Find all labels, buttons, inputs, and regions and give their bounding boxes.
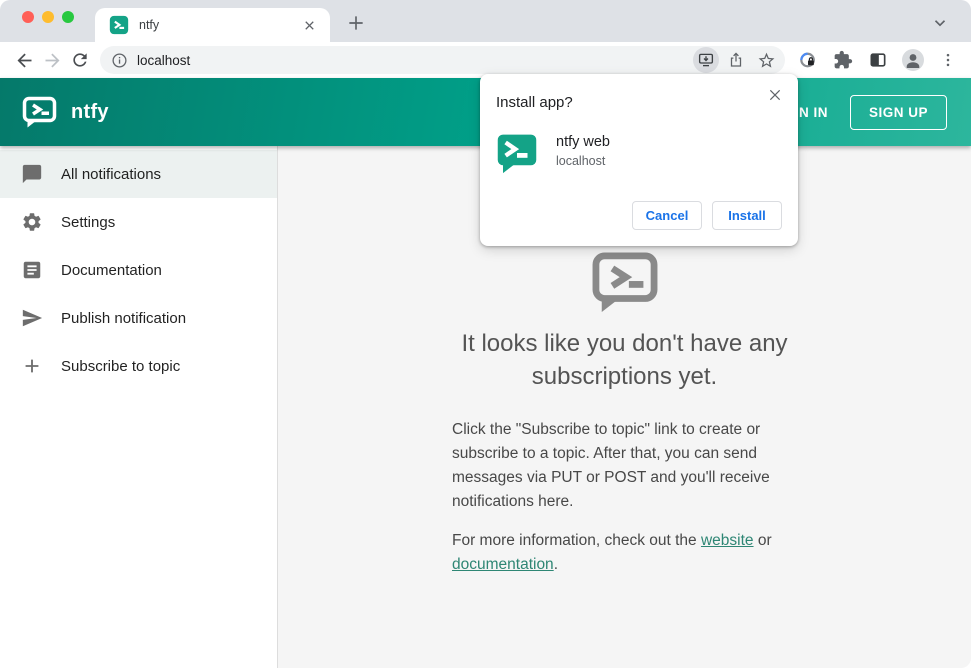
browser-tab[interactable]: ntfy xyxy=(95,8,330,42)
popup-app-info: ntfy web localhost xyxy=(556,132,610,168)
popup-close-icon[interactable] xyxy=(764,84,786,106)
popup-app-name: ntfy web xyxy=(556,134,610,150)
side-panel-icon[interactable] xyxy=(863,46,893,74)
tab-title: ntfy xyxy=(139,18,160,32)
popup-title: Install app? xyxy=(496,94,573,111)
sidebar: All notifications Settings Documentation… xyxy=(0,146,278,668)
profile-avatar[interactable] xyxy=(898,46,928,74)
toolbar-right-icons xyxy=(793,46,963,74)
sidebar-item-label: All notifications xyxy=(61,165,162,183)
bookmark-star-icon[interactable] xyxy=(753,47,779,73)
sidebar-item-subscribe-to-topic[interactable]: Subscribe to topic xyxy=(0,342,277,390)
zoom-window-button[interactable] xyxy=(62,11,74,23)
documentation-link[interactable]: documentation xyxy=(452,556,554,573)
tab-close-icon[interactable] xyxy=(300,16,318,34)
website-link[interactable]: website xyxy=(701,532,754,549)
sidebar-item-documentation[interactable]: Documentation xyxy=(0,246,277,294)
tab-search-chevron-icon[interactable] xyxy=(931,14,949,32)
sidebar-item-label: Subscribe to topic xyxy=(61,357,181,375)
sidebar-item-all-notifications[interactable]: All notifications xyxy=(0,150,277,198)
ntfy-empty-logo-icon xyxy=(591,251,659,313)
site-info-icon[interactable] xyxy=(111,52,128,69)
app-title: ntfy xyxy=(71,100,109,123)
send-icon xyxy=(21,307,43,329)
popup-actions: Cancel Install xyxy=(632,201,782,230)
share-icon[interactable] xyxy=(723,47,749,73)
sidebar-item-label: Settings xyxy=(61,213,116,231)
extensions-puzzle-icon[interactable] xyxy=(828,46,858,74)
browser-window: ntfy localhost ntfy SIGN IN SIGN UP All … xyxy=(0,0,971,668)
popup-app-origin: localhost xyxy=(556,154,606,168)
browser-menu-icon[interactable] xyxy=(933,46,963,74)
traffic-lights xyxy=(22,11,74,23)
reload-button[interactable] xyxy=(66,46,94,74)
gear-icon xyxy=(21,211,43,233)
ntfy-logo-icon xyxy=(22,96,57,128)
ntfy-favicon-icon xyxy=(109,15,129,35)
description-paragraph: Click the "Subscribe to topic" link to c… xyxy=(452,421,770,510)
more-info-paragraph: For more information, check out the webs… xyxy=(452,532,772,573)
install-app-popup: Install app? ntfy web localhost Cancel I… xyxy=(480,74,798,246)
forward-button[interactable] xyxy=(38,46,66,74)
sidebar-item-label: Publish notification xyxy=(61,309,187,327)
browser-toolbar: localhost xyxy=(0,42,971,78)
sidebar-item-label: Documentation xyxy=(61,261,162,279)
sign-up-button[interactable]: SIGN UP xyxy=(849,94,947,130)
new-tab-button[interactable] xyxy=(346,13,366,33)
cancel-button[interactable]: Cancel xyxy=(632,201,702,230)
empty-state-heading: It looks like you don't have any subscri… xyxy=(461,330,788,390)
tab-strip: ntfy xyxy=(0,0,971,42)
install-app-icon[interactable] xyxy=(693,47,719,73)
article-icon xyxy=(21,259,43,281)
ntfy-app-icon xyxy=(496,132,538,174)
back-button[interactable] xyxy=(10,46,38,74)
plus-icon xyxy=(21,355,43,377)
privacy-extension-icon[interactable] xyxy=(793,46,823,74)
address-bar[interactable]: localhost xyxy=(100,46,785,74)
popup-app-row: ntfy web localhost xyxy=(496,132,782,174)
minimize-window-button[interactable] xyxy=(42,11,54,23)
chat-bubble-icon xyxy=(21,163,43,185)
address-text[interactable]: localhost xyxy=(137,53,689,68)
install-button[interactable]: Install xyxy=(712,201,782,230)
empty-state-description: Click the "Subscribe to topic" link to c… xyxy=(452,418,797,577)
sidebar-item-settings[interactable]: Settings xyxy=(0,198,277,246)
sidebar-item-publish-notification[interactable]: Publish notification xyxy=(0,294,277,342)
close-window-button[interactable] xyxy=(22,11,34,23)
